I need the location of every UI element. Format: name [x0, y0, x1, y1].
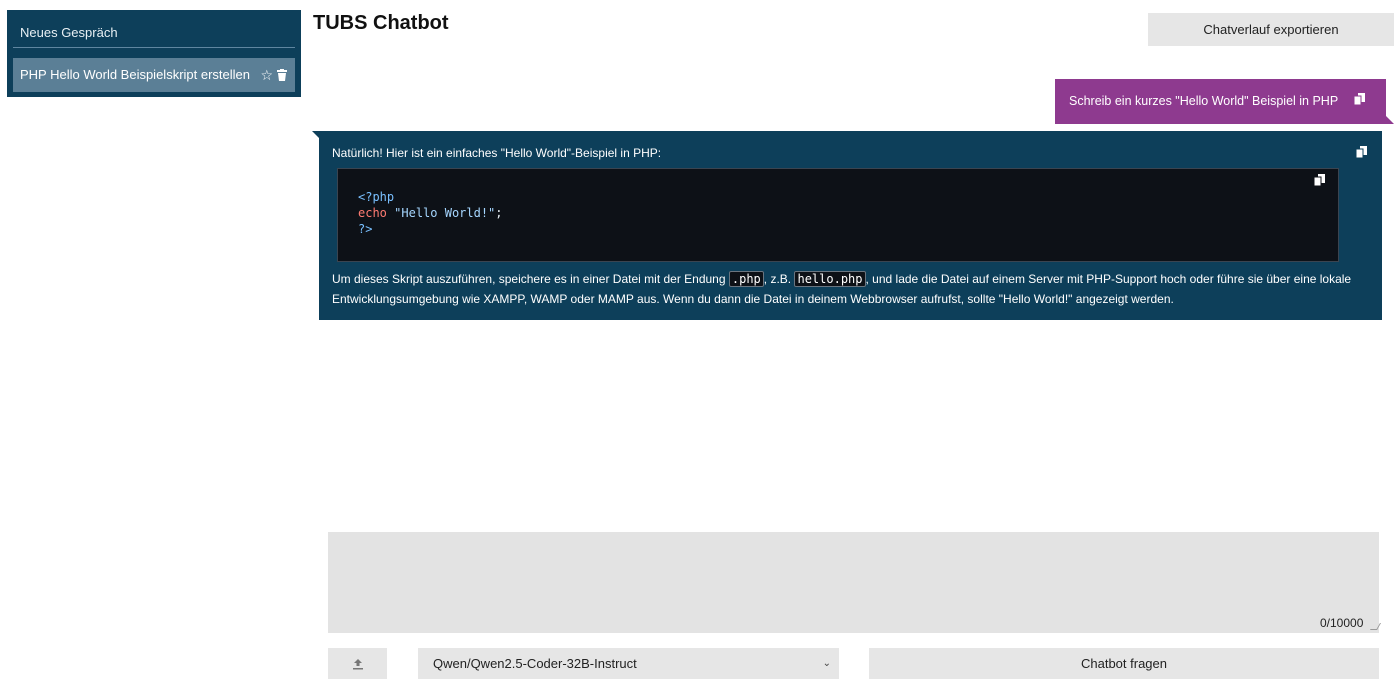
- prompt-input[interactable]: [328, 532, 1379, 633]
- ask-chatbot-button[interactable]: Chatbot fragen: [869, 648, 1379, 679]
- user-message: Schreib ein kurzes "Hello World" Beispie…: [1055, 79, 1394, 124]
- conversation-title: PHP Hello World Beispielskript erstellen: [20, 67, 251, 82]
- conversation-item[interactable]: PHP Hello World Beispielskript erstellen…: [13, 58, 295, 92]
- user-message-text: Schreib ein kurzes "Hello World" Beispie…: [1069, 94, 1339, 108]
- star-icon[interactable]: ☆: [260, 58, 273, 92]
- copy-icon[interactable]: [1353, 79, 1366, 124]
- copy-code-icon[interactable]: [1313, 174, 1326, 190]
- upload-button[interactable]: [328, 648, 387, 679]
- code-line: <?php: [358, 190, 395, 204]
- bot-message-intro: Natürlich! Hier ist ein einfaches "Hello…: [332, 146, 662, 160]
- bot-message: Natürlich! Hier ist ein einfaches "Hello…: [312, 131, 1382, 320]
- code-line: ?>: [358, 222, 373, 236]
- new-conversation-button[interactable]: Neues Gespräch: [13, 18, 295, 48]
- chevron-down-icon: ⌄: [822, 658, 831, 669]
- inline-code: .php: [728, 271, 764, 287]
- model-select[interactable]: Qwen/Qwen2.5-Coder-32B-Instruct ⌄: [418, 648, 839, 679]
- copy-icon[interactable]: [1355, 146, 1368, 161]
- bot-message-outro: Um dieses Skript auszuführen, speichere …: [332, 271, 1352, 306]
- upload-icon: [352, 656, 364, 672]
- trash-icon[interactable]: [277, 58, 287, 92]
- sidebar: Neues Gespräch PHP Hello World Beispiels…: [7, 10, 301, 97]
- code-block: <?php echo "Hello World!"; ?>: [337, 168, 1339, 262]
- inline-code: hello.php: [794, 271, 866, 287]
- char-counter: 0/10000: [1320, 616, 1364, 630]
- code-line: echo "Hello World!";: [358, 206, 503, 220]
- model-select-value: Qwen/Qwen2.5-Coder-32B-Instruct: [433, 656, 637, 671]
- page-title: TUBS Chatbot: [313, 12, 449, 34]
- export-chat-button[interactable]: Chatverlauf exportieren: [1148, 13, 1394, 46]
